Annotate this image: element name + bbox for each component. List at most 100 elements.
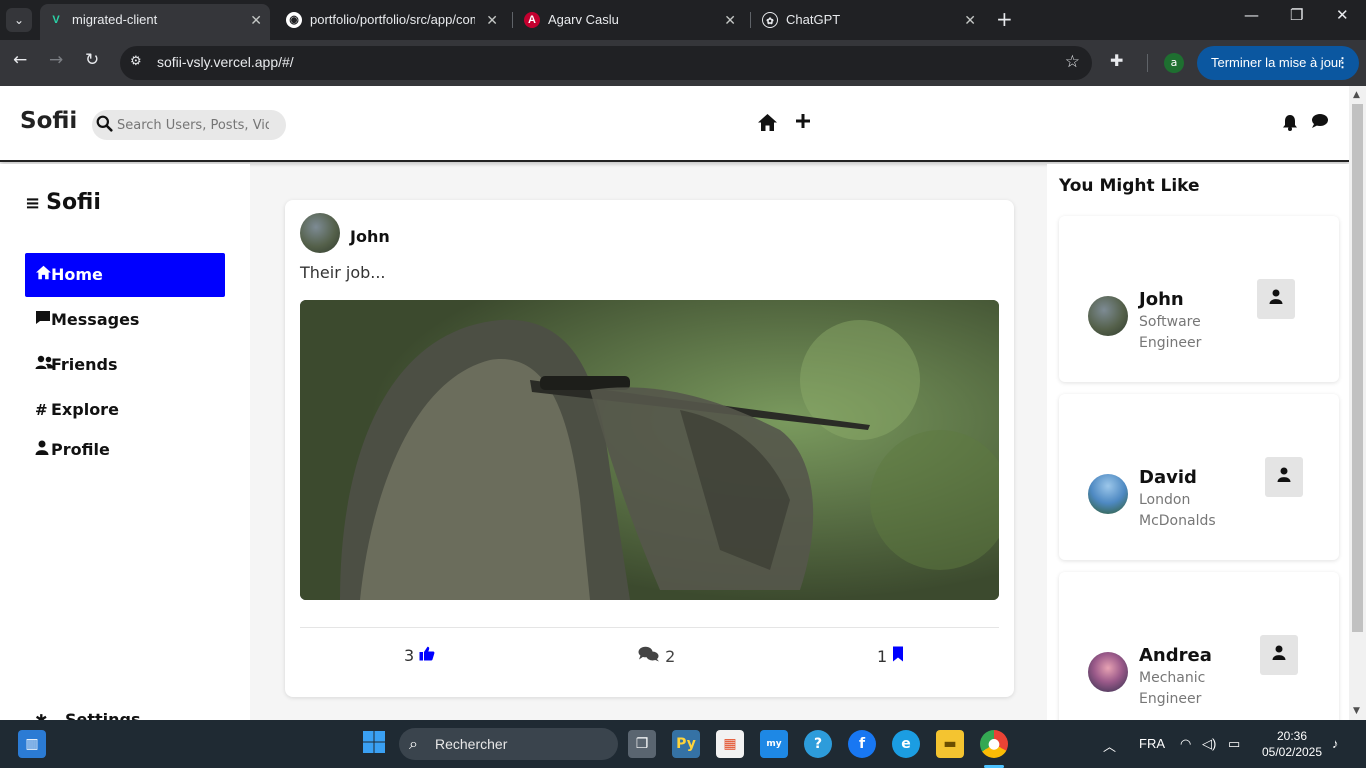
show-hidden-icons-chevron-icon[interactable]: ︿ — [1103, 736, 1116, 755]
page-viewport: Sofii ≡ Sofii Home — [0, 86, 1349, 720]
extensions-icon[interactable]: ✚ — [1110, 51, 1123, 70]
facebook-icon[interactable]: f — [848, 730, 876, 758]
scrollbar-thumb[interactable] — [1352, 104, 1363, 632]
tab-chatgpt[interactable]: ✿ ChatGPT ✕ — [754, 4, 984, 40]
suggestion-avatar[interactable] — [1088, 296, 1128, 336]
language-indicator[interactable]: FRA — [1139, 736, 1165, 751]
search-input[interactable] — [117, 114, 269, 136]
github-favicon-icon: ◉ — [286, 12, 302, 28]
new-tab-button[interactable]: + — [996, 8, 1013, 30]
post-author-avatar[interactable] — [300, 213, 340, 253]
add-post-icon[interactable] — [794, 108, 812, 136]
sidebar-item-settings[interactable]: ✱ Settings — [25, 698, 225, 720]
post-caption: Their job... — [300, 263, 386, 282]
close-tab-icon[interactable]: ✕ — [486, 4, 498, 36]
sidebar-item-friends[interactable]: Friends — [25, 343, 225, 387]
follow-button[interactable] — [1260, 635, 1298, 675]
close-tab-icon[interactable]: ✕ — [964, 4, 976, 36]
brand-logo[interactable]: Sofii — [20, 108, 77, 134]
tab-migrated-client[interactable]: V migrated-client ✕ — [40, 4, 270, 40]
follow-button[interactable] — [1257, 279, 1295, 319]
save-button[interactable]: 1 — [877, 646, 904, 666]
sidebar-item-profile[interactable]: Profile — [25, 428, 225, 472]
chrome-icon[interactable]: ● — [980, 730, 1008, 758]
search-box — [92, 110, 286, 140]
tab-title: Agarv Caslu — [548, 12, 619, 27]
notification-bell-icon[interactable]: ♪ — [1332, 736, 1339, 751]
suggestions-title: You Might Like — [1059, 176, 1200, 196]
sidebar-item-label: Friends — [51, 355, 118, 374]
notification-bell-icon[interactable] — [1282, 114, 1298, 136]
user-icon — [35, 428, 51, 472]
help-icon[interactable]: ? — [804, 730, 832, 758]
task-view-icon[interactable]: ❐ — [628, 730, 656, 758]
windows-start-icon[interactable] — [360, 730, 388, 758]
file-explorer-icon[interactable]: ▬ — [936, 730, 964, 758]
taskbar-search[interactable]: ⌕ Rechercher — [399, 728, 618, 760]
close-tab-icon[interactable]: ✕ — [724, 4, 736, 36]
forward-button[interactable]: → — [49, 50, 63, 70]
reload-button[interactable]: ↻ — [85, 50, 99, 70]
hamburger-menu-icon[interactable]: ≡ — [25, 193, 40, 214]
like-button[interactable]: 3 — [404, 646, 435, 665]
widgets-icon[interactable]: ▥ — [18, 730, 46, 758]
tab-portfolio[interactable]: ◉ portfolio/portfolio/src/app/com ✕ — [278, 4, 506, 40]
close-window-button[interactable]: ✕ — [1336, 6, 1349, 24]
site-info-icon[interactable]: ⚙ — [130, 54, 142, 69]
suggestion-name[interactable]: David — [1139, 467, 1197, 488]
home-nav-icon[interactable] — [757, 113, 778, 137]
post-author-name[interactable]: John — [350, 227, 390, 246]
address-bar[interactable]: ⚙ sofii-vsly.vercel.app/#/ ☆ — [120, 46, 1092, 80]
sidebar-item-label: Home — [51, 265, 103, 284]
system-clock[interactable]: 20:36 05/02/2025 — [1258, 728, 1326, 760]
follow-button[interactable] — [1265, 457, 1303, 497]
suggestion-avatar[interactable] — [1088, 652, 1128, 692]
chatgpt-favicon-icon: ✿ — [762, 12, 778, 28]
update-button-label: Terminer la mise à jour — [1211, 55, 1343, 70]
chat-icon[interactable] — [1311, 113, 1329, 134]
sidebar-item-explore[interactable]: # Explore — [25, 388, 225, 432]
browser-tab-bar: ⌄ V migrated-client ✕ ◉ portfolio/portfo… — [0, 0, 1366, 40]
myhp-icon[interactable]: my — [760, 730, 788, 758]
sidebar-item-messages[interactable]: Messages — [25, 298, 225, 342]
comment-button[interactable]: 2 — [638, 646, 675, 666]
suggestion-name[interactable]: Andrea — [1139, 645, 1212, 666]
like-count: 3 — [404, 646, 415, 665]
tab-agarv-caslu[interactable]: A Agarv Caslu ✕ — [516, 4, 744, 40]
search-icon: ⌕ — [409, 734, 418, 753]
sidebar-item-label: Explore — [51, 400, 119, 419]
profile-avatar[interactable]: a — [1164, 53, 1184, 73]
more-menu-icon[interactable]: ⋮ — [1336, 46, 1349, 80]
microsoft-store-icon[interactable]: ▦ — [716, 730, 744, 758]
suggestion-role: Mechanic Engineer — [1139, 670, 1206, 707]
gear-icon: ✱ — [35, 711, 48, 720]
comments-icon — [638, 646, 665, 666]
wifi-icon[interactable]: ◠ — [1180, 736, 1191, 752]
suggestion-avatar[interactable] — [1088, 474, 1128, 514]
sidebar-item-home[interactable]: Home — [25, 253, 225, 297]
suggestion-name[interactable]: John — [1139, 289, 1184, 310]
tab-separator — [512, 12, 513, 28]
update-button[interactable]: Terminer la mise à jour ⋮ — [1197, 46, 1359, 80]
scroll-down-arrow-icon[interactable]: ▼ — [1353, 706, 1360, 716]
minimize-button[interactable]: — — [1244, 6, 1259, 24]
taskbar-search-label: Rechercher — [435, 736, 508, 752]
suggestion-role: London McDonalds — [1139, 492, 1216, 529]
save-count: 1 — [877, 647, 888, 666]
hashtag-icon: # — [35, 401, 48, 419]
edge-icon[interactable]: e — [892, 730, 920, 758]
back-button[interactable]: ← — [13, 50, 27, 70]
tab-separator — [750, 12, 751, 28]
battery-icon[interactable]: ▭ — [1228, 736, 1240, 752]
volume-icon[interactable]: ◁) — [1202, 736, 1216, 752]
post-image[interactable] — [300, 300, 999, 600]
tab-title: portfolio/portfolio/src/app/com — [310, 12, 475, 27]
comment-count: 2 — [665, 647, 676, 666]
close-tab-icon[interactable]: ✕ — [250, 4, 262, 36]
scroll-up-arrow-icon[interactable]: ▲ — [1353, 90, 1360, 100]
tab-search-dropdown[interactable]: ⌄ — [6, 8, 32, 32]
message-icon — [35, 298, 51, 342]
python-icon[interactable]: Py — [672, 730, 700, 758]
bookmark-star-icon[interactable]: ☆ — [1065, 52, 1080, 72]
restore-button[interactable]: ❐ — [1290, 6, 1303, 24]
